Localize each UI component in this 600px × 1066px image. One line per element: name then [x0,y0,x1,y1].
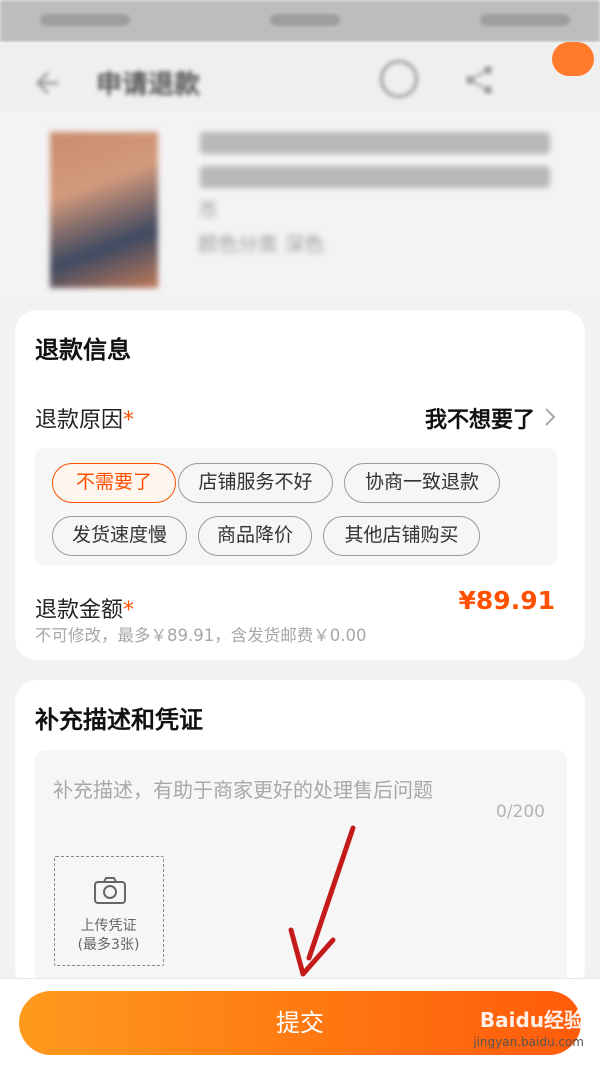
refund-reason-label: 退款原因* [35,408,135,433]
reason-chip-no-need[interactable]: 不需要了 [52,463,176,503]
upload-label: 上传凭证 [80,918,137,934]
upload-limit: (最多3张) [77,937,140,953]
customer-service-icon[interactable] [380,60,418,98]
notification-badge[interactable] [552,42,594,76]
camera-icon [94,877,126,904]
top-nav-bar: 申请退款 [0,42,600,122]
share-icon[interactable] [462,62,498,98]
watermark-url: jingyan.baidu.com [473,1035,584,1049]
product-variant-value: 深色 [284,232,325,256]
refund-amount-label: 退款金额* [35,598,135,623]
reason-chip-bad-service[interactable]: 店铺服务不好 [178,463,333,503]
refund-reason-selector[interactable]: 我不想要了 [425,402,535,434]
reason-options: 不需要了 店铺服务不好 协商一致退款 发货速度慢 商品降价 其他店铺购买 [35,448,557,566]
reason-chip-other-store[interactable]: 其他店铺购买 [323,516,480,556]
product-thumbnail [50,132,158,288]
character-count: 0/200 [496,802,545,822]
product-variant-label: 颜色分类 [198,232,278,256]
status-bar [0,0,600,42]
refund-amount-value: ¥89.91 [458,586,555,615]
description-textarea[interactable]: 补充描述，有助于商家更好的处理售后问题 0/200 上传凭证 (最多3张) [35,750,567,990]
description-card: 补充描述和凭证 补充描述，有助于商家更好的处理售后问题 0/200 上传凭证 (… [15,680,585,990]
product-summary: 币 颜色分类 深色 [0,112,600,300]
chevron-right-icon[interactable] [543,406,557,428]
refund-info-card: 退款信息 退款原因* 我不想要了 不需要了 店铺服务不好 协商一致退款 发货速度… [15,310,585,660]
watermark-logo: Baidu经验 [479,1008,584,1032]
upload-evidence-button[interactable]: 上传凭证 (最多3张) [54,856,164,966]
description-placeholder: 补充描述，有助于商家更好的处理售后问题 [53,778,433,802]
refund-section-title: 退款信息 [35,336,131,364]
page-title: 申请退款 [96,70,201,100]
reason-chip-slow-shipping[interactable]: 发货速度慢 [52,516,187,556]
reason-chip-price-drop[interactable]: 商品降价 [198,516,312,556]
product-price-fragment: 币 [198,198,218,222]
back-arrow-icon[interactable] [30,68,60,98]
required-mark: * [123,408,135,433]
description-section-title: 补充描述和凭证 [35,706,203,734]
baidu-watermark: Baidu经验 jingyan.baidu.com [473,1004,584,1049]
reason-chip-negotiated[interactable]: 协商一致退款 [344,463,500,503]
refund-amount-note: 不可修改，最多￥89.91，含发货邮费￥0.00 [35,626,367,645]
